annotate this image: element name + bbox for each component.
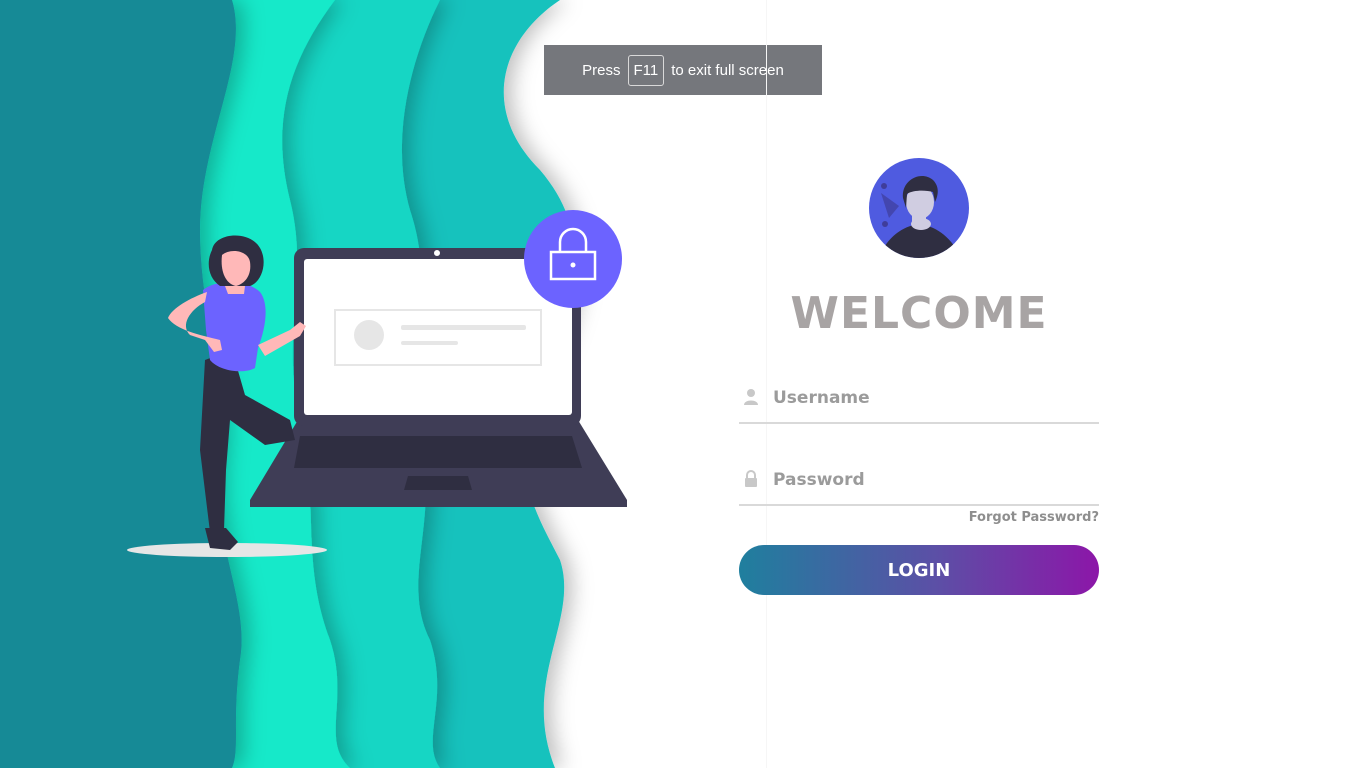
padlock-icon xyxy=(524,210,622,308)
user-icon xyxy=(744,389,758,405)
fullscreen-notice-press: Press xyxy=(582,61,621,79)
username-field xyxy=(739,380,1099,424)
lock-icon xyxy=(745,470,757,487)
fullscreen-notice: Press F11 to exit full screen xyxy=(544,45,822,95)
forgot-password-link[interactable]: Forgot Password? xyxy=(969,510,1099,525)
username-input[interactable] xyxy=(773,384,1093,412)
login-illustration xyxy=(127,210,627,557)
fullscreen-notice-key: F11 xyxy=(627,54,665,86)
password-input[interactable] xyxy=(773,466,1093,494)
login-button[interactable]: LOGIN xyxy=(739,545,1099,595)
password-field xyxy=(739,462,1099,506)
page-title: WELCOME xyxy=(790,288,1048,339)
avatar-icon xyxy=(869,158,969,258)
